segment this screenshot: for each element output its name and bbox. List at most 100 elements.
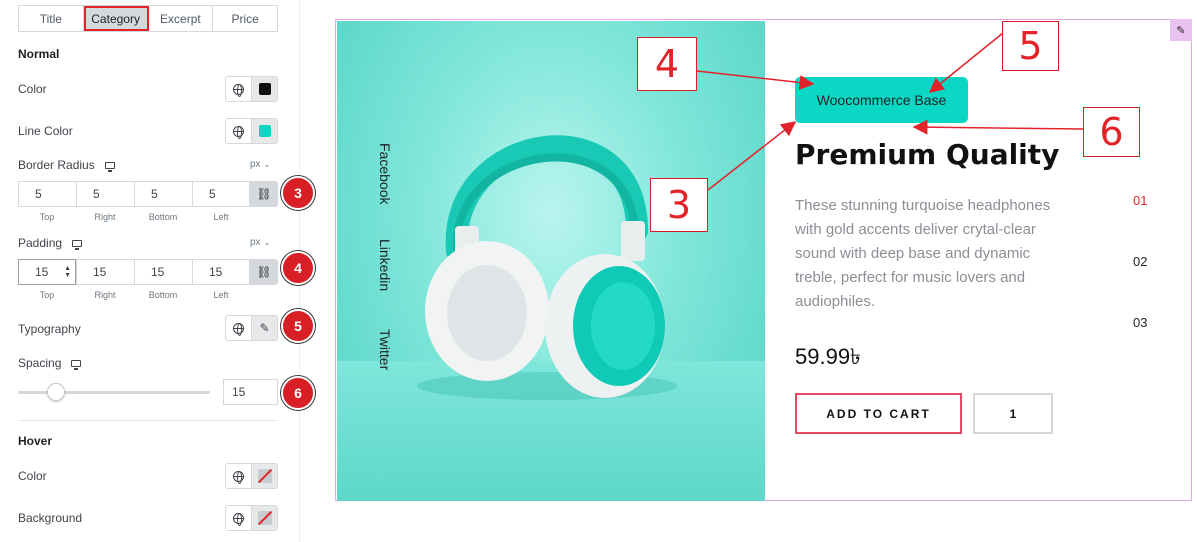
product-title: Premium Quality xyxy=(795,138,1060,171)
callout-6: 6 xyxy=(1083,107,1140,157)
spacing-input[interactable]: 15 xyxy=(223,379,278,405)
line-color-swatch xyxy=(258,125,271,137)
dim-label-left: Left xyxy=(213,212,229,222)
desktop-icon[interactable] xyxy=(71,359,82,370)
padding-label-text: Padding xyxy=(18,236,63,250)
hover-heading: Hover xyxy=(18,434,53,448)
tab-category[interactable]: Category xyxy=(83,6,149,31)
tab-excerpt[interactable]: Excerpt xyxy=(149,6,214,31)
padding-dim-labels: Top Right Bottom Left xyxy=(18,290,250,300)
hover-background-control xyxy=(225,505,278,531)
add-to-cart-button[interactable]: ADD TO CART xyxy=(795,393,962,434)
padding-label: Padding xyxy=(18,236,83,250)
globe-icon xyxy=(233,83,244,97)
border-radius-right-input[interactable]: 5 xyxy=(76,181,134,207)
chevron-down-icon: ⌄ xyxy=(263,160,271,169)
hover-background-label: Background xyxy=(18,511,83,525)
no-color-icon xyxy=(257,511,272,525)
dim-label-right: Right xyxy=(94,212,116,222)
style-controls-panel: Title Category Excerpt Price Normal Colo… xyxy=(0,0,300,542)
global-fonts-button[interactable] xyxy=(226,316,251,340)
globe-icon xyxy=(233,512,244,526)
border-radius-left-input[interactable]: 5 xyxy=(192,181,250,207)
padding-top-value: 15 xyxy=(35,265,49,279)
annotation-badge-3: 3 xyxy=(281,176,315,210)
tab-price[interactable]: Price xyxy=(213,6,277,31)
linkedin-link[interactable]: Linkedin xyxy=(377,239,393,291)
color-swatch xyxy=(258,83,271,95)
line-color-control xyxy=(225,118,278,144)
dim-label-top: Top xyxy=(39,290,55,300)
globe-icon xyxy=(233,125,244,139)
annotation-badge-4: 4 xyxy=(281,251,315,285)
line-color-picker-button[interactable] xyxy=(251,119,277,143)
slide-number-3[interactable]: 03 xyxy=(1133,315,1147,330)
typography-control: ✎ xyxy=(225,315,278,341)
annotation-badge-6: 6 xyxy=(281,376,315,410)
border-radius-label: Border Radius xyxy=(18,158,115,172)
desktop-icon[interactable] xyxy=(72,239,83,250)
edit-typography-button[interactable]: ✎ xyxy=(251,316,277,340)
color-control xyxy=(225,76,278,102)
element-tabs: Title Category Excerpt Price xyxy=(18,5,278,32)
typography-label: Typography xyxy=(18,322,81,336)
spacing-label-text: Spacing xyxy=(18,356,62,370)
padding-left-input[interactable]: 15 xyxy=(192,259,250,285)
no-color-icon xyxy=(257,469,272,483)
color-label: Color xyxy=(18,82,47,96)
global-colors-button[interactable] xyxy=(226,119,251,143)
border-radius-bottom-input[interactable]: 5 xyxy=(134,181,192,207)
dim-label-right: Right xyxy=(94,290,116,300)
spacing-slider-handle[interactable] xyxy=(46,383,65,401)
global-colors-button[interactable] xyxy=(226,77,251,101)
stepper-arrows-icon[interactable]: ▲ ▼ xyxy=(64,265,71,279)
dim-label-left: Left xyxy=(213,290,229,300)
link-values-icon[interactable]: ⛓ xyxy=(250,181,278,207)
pencil-icon: ✎ xyxy=(259,321,270,335)
callout-5: 5 xyxy=(1002,21,1059,71)
slide-number-1[interactable]: 01 xyxy=(1133,193,1147,208)
product-slider-preview: ✎ Facebook Linkedin Twitter Woocommerce … xyxy=(335,19,1192,501)
spacing-label: Spacing xyxy=(18,356,82,370)
headphones-image: Facebook Linkedin Twitter xyxy=(337,21,765,501)
unit-label: px xyxy=(250,237,261,248)
hover-background-picker-button[interactable] xyxy=(251,506,277,530)
padding-inputs: 15 ▲ ▼ 15 15 15 ⛓ xyxy=(18,259,278,285)
callout-3: 3 xyxy=(650,178,708,232)
dim-label-bottom: Bottom xyxy=(148,290,178,300)
hover-color-control xyxy=(225,463,278,489)
facebook-link[interactable]: Facebook xyxy=(377,143,393,204)
desktop-icon[interactable] xyxy=(104,161,115,172)
border-radius-inputs: 5 5 5 5 ⛓ xyxy=(18,181,278,207)
hover-color-label: Color xyxy=(18,469,47,483)
slide-number-2[interactable]: 02 xyxy=(1133,254,1147,269)
padding-unit-select[interactable]: px ⌄ xyxy=(250,237,270,248)
border-radius-unit-select[interactable]: px ⌄ xyxy=(250,159,270,170)
dim-label-bottom: Bottom xyxy=(148,212,178,222)
padding-right-input[interactable]: 15 xyxy=(76,259,134,285)
unit-label: px xyxy=(250,159,261,170)
border-radius-dim-labels: Top Right Bottom Left xyxy=(18,212,250,222)
normal-heading: Normal xyxy=(18,47,60,61)
border-radius-top-input[interactable]: 5 xyxy=(18,181,76,207)
callout-4: 4 xyxy=(637,37,697,91)
category-button[interactable]: Woocommerce Base xyxy=(795,77,968,123)
color-picker-button[interactable] xyxy=(251,77,277,101)
twitter-link[interactable]: Twitter xyxy=(377,329,393,370)
divider xyxy=(18,420,278,421)
edit-widget-icon[interactable]: ✎ xyxy=(1170,19,1192,41)
globe-icon xyxy=(233,322,244,336)
quantity-input[interactable]: 1 xyxy=(973,393,1053,434)
chevron-down-icon: ⌄ xyxy=(263,238,271,247)
link-values-icon[interactable]: ⛓ xyxy=(250,259,278,285)
padding-bottom-input[interactable]: 15 xyxy=(134,259,192,285)
global-colors-button[interactable] xyxy=(226,506,251,530)
hover-color-picker-button[interactable] xyxy=(251,464,277,488)
product-description: These stunning turquoise headphones with… xyxy=(795,197,1051,310)
border-radius-label-text: Border Radius xyxy=(18,158,95,172)
padding-top-input[interactable]: 15 ▲ ▼ xyxy=(18,259,76,285)
global-colors-button[interactable] xyxy=(226,464,251,488)
annotation-badge-5: 5 xyxy=(281,309,315,343)
tab-title[interactable]: Title xyxy=(19,6,84,31)
product-price: 59.99৳ xyxy=(795,344,862,369)
